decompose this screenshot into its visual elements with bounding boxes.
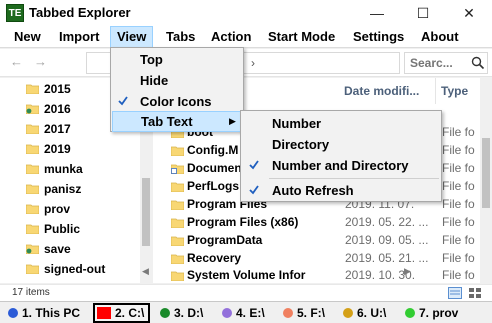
menu-new[interactable]: New: [8, 26, 47, 48]
status-bar: 17 items: [0, 284, 492, 301]
file-row[interactable]: ProgramData 2019. 09. 05. ... File fo: [153, 232, 492, 250]
maximize-button[interactable]: ☐: [400, 0, 446, 26]
folder-icon: [26, 84, 39, 94]
tab-prov[interactable]: 7. prov: [405, 303, 458, 323]
folder-shortcut-icon: [171, 164, 184, 174]
view-menu-top[interactable]: Top: [114, 49, 240, 70]
tab-e-drive[interactable]: 4. E:\: [222, 303, 265, 323]
folder-icon: [171, 271, 184, 281]
tab-color-dot-icon: [8, 308, 18, 318]
minimize-button[interactable]: —: [354, 0, 400, 26]
chevron-right-icon[interactable]: ›: [251, 56, 255, 70]
check-icon: [249, 185, 259, 195]
folder-icon: [26, 164, 39, 174]
menu-bar: New Import View Tabs Action Start Mode S…: [0, 26, 492, 48]
view-menu-color-icons[interactable]: Color Icons: [114, 91, 240, 112]
folder-icon: [26, 124, 39, 134]
check-icon: [118, 96, 128, 106]
folder-icon: [171, 254, 184, 264]
menu-start-mode[interactable]: Start Mode: [262, 26, 341, 48]
view-menu-tab-text[interactable]: Tab Text ▶: [112, 111, 242, 132]
tab-this-pc[interactable]: 1. This PC: [8, 303, 80, 323]
check-icon: [249, 160, 259, 170]
tab-color-dot-icon: [283, 308, 293, 318]
nav-scrollbar-thumb[interactable]: [142, 178, 150, 246]
scroll-left-icon[interactable]: ◀: [142, 266, 149, 277]
menu-view[interactable]: View: [110, 26, 154, 48]
file-list-scrollbar[interactable]: [480, 78, 492, 283]
window-title: Tabbed Explorer: [29, 5, 131, 20]
menu-action[interactable]: Action: [205, 26, 257, 48]
address-row: ← → :) ›: [0, 49, 492, 77]
tab-u-drive[interactable]: 6. U:\: [343, 303, 386, 323]
tab-f-drive[interactable]: 5. F:\: [283, 303, 325, 323]
submenu-arrow-icon: ▶: [229, 116, 236, 126]
folder-shared-icon: [26, 104, 39, 114]
folder-icon: [26, 144, 39, 154]
column-divider[interactable]: [435, 78, 436, 104]
search-input[interactable]: [408, 55, 468, 71]
search-box[interactable]: [404, 52, 488, 74]
tab-color-dot-icon: [160, 308, 170, 318]
back-arrow-icon[interactable]: ←: [10, 54, 23, 69]
close-button[interactable]: ✕: [446, 0, 492, 26]
folder-icon: [26, 264, 39, 274]
column-header-date[interactable]: Date modifi...: [344, 78, 419, 104]
menu-tabs[interactable]: Tabs: [160, 26, 201, 48]
tab-text-number[interactable]: Number: [244, 113, 438, 134]
tab-color-dot-icon: [343, 308, 353, 318]
folder-icon: [26, 204, 39, 214]
tab-text-number-and-directory[interactable]: Number and Directory: [244, 155, 438, 176]
file-list-scrollbar-thumb[interactable]: [482, 138, 490, 208]
folder-icon: [171, 236, 184, 246]
folder-icon: [171, 218, 184, 228]
tab-d-drive[interactable]: 3. D:\: [160, 303, 203, 323]
forward-arrow-icon[interactable]: →: [34, 54, 47, 69]
tab-bar: 1. This PC 2. C:\ 3. D:\ 4. E:\ 5. F:\ 6…: [0, 301, 492, 323]
menu-settings[interactable]: Settings: [347, 26, 410, 48]
tab-color-dot-icon: [222, 308, 232, 318]
view-menu: Top Hide Color Icons Tab Text ▶: [110, 47, 244, 132]
folder-icon: [26, 184, 39, 194]
file-row[interactable]: System Volume Infor 2019. 10. 30. File f…: [153, 267, 492, 283]
folder-icon: [26, 224, 39, 234]
column-header-type[interactable]: Type: [441, 78, 468, 104]
menu-separator: [269, 178, 439, 179]
file-row[interactable]: Recovery 2019. 05. 21. ... File fo: [153, 250, 492, 268]
search-icon[interactable]: [471, 56, 485, 70]
menu-import[interactable]: Import: [53, 26, 105, 48]
tab-text-submenu: Number Directory Number and Directory Au…: [240, 110, 442, 202]
tab-text-directory[interactable]: Directory: [244, 134, 438, 155]
scroll-right-icon[interactable]: ▶: [404, 266, 411, 277]
item-count: 17 items: [12, 287, 50, 298]
folder-icon: [171, 146, 184, 156]
tab-text-auto-refresh[interactable]: Auto Refresh: [244, 180, 438, 201]
folder-shared-icon: [26, 244, 39, 254]
menu-about[interactable]: About: [415, 26, 465, 48]
view-menu-hide[interactable]: Hide: [114, 70, 240, 91]
folder-icon: [171, 200, 184, 210]
file-row[interactable]: Program Files (x86) 2019. 05. 22. ... Fi…: [153, 214, 492, 232]
tab-c-drive[interactable]: 2. C:\: [93, 303, 151, 323]
details-view-icon[interactable]: [448, 287, 462, 299]
folder-icon: [171, 182, 184, 192]
tab-color-dot-icon: [405, 308, 415, 318]
title-bar: TE Tabbed Explorer — ☐ ✕: [0, 0, 492, 26]
large-icons-view-icon[interactable]: [468, 287, 482, 299]
app-logo: TE: [6, 4, 24, 22]
tab-color-square-icon: [97, 307, 111, 319]
